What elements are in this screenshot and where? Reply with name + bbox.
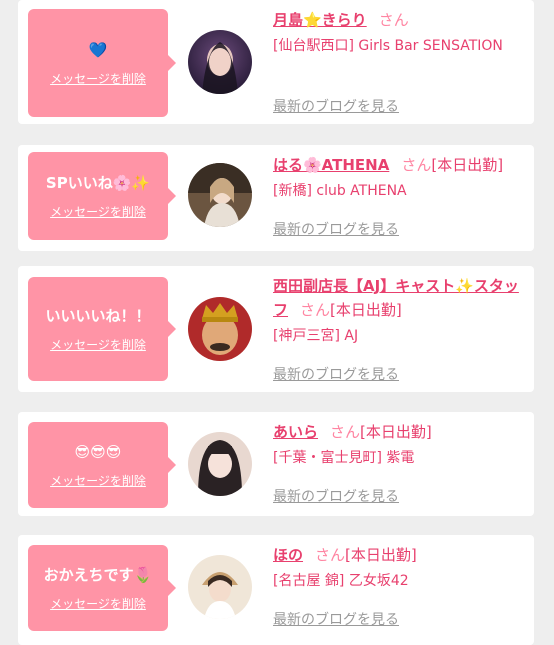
message-text: 😎😎😎 [74,442,122,461]
latest-blog-link[interactable]: 最新のブログを見る [273,364,399,384]
attendance-status: [本日出勤] [330,301,402,319]
message-card: 😎😎😎 メッセージを削除 あいら さん[本日出勤] [千葉・富士見町] 紫電 最新… [18,412,534,516]
message-bubble: SPいいね🌸✨ メッセージを削除 [28,152,176,240]
cast-info: 西田副店長【AJ】キャスト✨スタッフ さん[本日出勤] [神戸三宮] AJ [273,274,523,348]
cast-name-link[interactable]: あいら [273,423,318,441]
cast-name-link[interactable]: 月島⭐きらり [273,11,367,29]
message-card: 💙 メッセージを削除 月島⭐きらり さん [仙台駅西口] Girls Bar SE… [18,0,534,124]
honorific: さん [401,156,432,174]
cast-info: はる🌸ATHENA さん[本日出勤] [新橋] club ATHENA [273,153,523,203]
attendance-status: [本日出勤] [431,156,504,174]
shop-name: [仙台駅西口] Girls Bar SENSATION [273,38,503,54]
cast-info: あいら さん[本日出勤] [千葉・富士見町] 紫電 [273,420,523,470]
latest-blog-link[interactable]: 最新のブログを見る [273,609,399,629]
attendance-status: [本日出勤] [345,546,417,564]
cast-info: 月島⭐きらり さん [仙台駅西口] Girls Bar SENSATION [273,8,523,58]
cast-name-link[interactable]: ほの [273,546,303,564]
latest-blog-link[interactable]: 最新のブログを見る [273,96,399,116]
message-card: おかえちです🌷 メッセージを削除 ほの さん[本日出勤] [名古屋 錦] 乙女坂4… [18,535,534,645]
latest-blog-link[interactable]: 最新のブログを見る [273,486,399,506]
message-bubble: 😎😎😎 メッセージを削除 [28,422,176,508]
avatar[interactable] [188,163,252,227]
message-text: SPいいね🌸✨ [45,173,151,192]
delete-message-link[interactable]: メッセージを削除 [50,70,146,87]
delete-message-link[interactable]: メッセージを削除 [50,595,146,612]
message-text: 💙 [88,40,108,59]
honorific: さん [300,301,331,319]
latest-blog-link[interactable]: 最新のブログを見る [273,219,399,239]
delete-message-link[interactable]: メッセージを削除 [50,203,146,220]
message-bubble: 💙 メッセージを削除 [28,9,176,117]
avatar[interactable] [188,30,252,94]
cast-info: ほの さん[本日出勤] [名古屋 錦] 乙女坂42 [273,543,523,593]
avatar[interactable] [188,432,252,496]
avatar[interactable] [188,297,252,361]
attendance-status: [本日出勤] [360,423,432,441]
honorific: さん [330,423,361,441]
honorific: さん [315,546,346,564]
shop-name: [名古屋 錦] 乙女坂42 [273,573,409,589]
message-text: いいいいね！！ [45,306,151,325]
message-bubble: おかえちです🌷 メッセージを削除 [28,545,176,631]
shop-name: [新橋] club ATHENA [273,183,407,199]
message-card: いいいいね！！ メッセージを削除 西田副店長【AJ】キャスト✨スタッフ さん[本日… [18,266,534,392]
message-card: SPいいね🌸✨ メッセージを削除 はる🌸ATHENA さん[本日出勤] [新橋] … [18,145,534,251]
avatar[interactable] [188,555,252,619]
delete-message-link[interactable]: メッセージを削除 [50,336,146,353]
cast-name-link[interactable]: はる🌸ATHENA [273,156,389,174]
message-bubble: いいいいね！！ メッセージを削除 [28,277,176,381]
honorific: さん [378,11,409,29]
shop-name: [千葉・富士見町] 紫電 [273,450,415,466]
delete-message-link[interactable]: メッセージを削除 [50,472,146,489]
message-text: おかえちです🌷 [43,565,153,584]
shop-name: [神戸三宮] AJ [273,328,359,344]
